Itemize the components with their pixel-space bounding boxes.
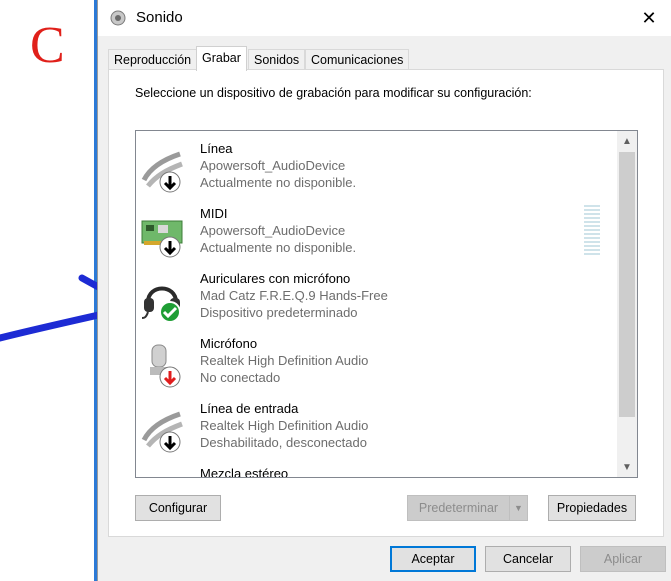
device-driver: Apowersoft_AudioDevice bbox=[200, 158, 346, 173]
scroll-down-icon[interactable]: ▼ bbox=[617, 457, 637, 477]
device-name: Mezcla estéreo bbox=[200, 466, 289, 478]
aceptar-button[interactable]: Aceptar bbox=[390, 546, 476, 572]
scrollbar-thumb[interactable] bbox=[619, 152, 635, 417]
device-name: MIDI bbox=[200, 206, 228, 221]
device-driver: Realtek High Definition Audio bbox=[200, 353, 369, 368]
device-driver: Mad Catz F.R.E.Q.9 Hands-Free bbox=[200, 288, 388, 303]
device-status: Actualmente no disponible. bbox=[200, 175, 357, 190]
configurar-button[interactable]: Configurar bbox=[135, 495, 221, 521]
input-level-meter bbox=[584, 205, 600, 257]
propiedades-button[interactable]: Propiedades bbox=[548, 495, 636, 521]
close-button[interactable]: ✕ bbox=[626, 0, 671, 36]
annotation-letter: C bbox=[30, 17, 65, 74]
scroll-up-icon[interactable]: ▲ bbox=[617, 131, 637, 151]
line-in-cable-icon bbox=[141, 151, 183, 193]
speaker-icon bbox=[110, 10, 126, 26]
window-title: Sonido bbox=[136, 9, 183, 26]
title-bar: Sonido ✕ bbox=[98, 0, 671, 36]
vertical-scrollbar[interactable]: ▲ ▼ bbox=[617, 131, 637, 477]
line-in-cable-icon bbox=[141, 411, 183, 453]
microphone-icon bbox=[150, 344, 181, 388]
instruction-text: Seleccione un dispositivo de grabación p… bbox=[135, 86, 532, 100]
recording-device-list[interactable]: Línea Apowersoft_AudioDevice Actualmente… bbox=[135, 130, 638, 478]
headset-icon bbox=[141, 286, 181, 323]
midi-card-icon bbox=[141, 220, 183, 258]
device-name: Auriculares con micrófono bbox=[200, 271, 351, 286]
device-driver: Apowersoft_AudioDevice bbox=[200, 223, 346, 238]
tab-reproduccion[interactable]: Reproducción bbox=[108, 49, 198, 70]
device-status: No conectado bbox=[200, 370, 281, 385]
list-item-microfono[interactable]: Micrófono Realtek High Definition Audio … bbox=[136, 331, 608, 396]
predeterminar-dropdown[interactable]: ▼ bbox=[509, 495, 528, 521]
tab-panel-grabar: Seleccione un dispositivo de grabación p… bbox=[108, 69, 664, 537]
tab-grabar[interactable]: Grabar bbox=[196, 46, 247, 71]
device-status: Dispositivo predeterminado bbox=[200, 305, 358, 320]
list-item-linea-de-entrada[interactable]: Línea de entrada Realtek High Definition… bbox=[136, 396, 608, 461]
close-icon: ✕ bbox=[641, 7, 657, 28]
tab-sonidos[interactable]: Sonidos bbox=[248, 49, 306, 70]
list-item-auriculares[interactable]: Auriculares con micrófono Mad Catz F.R.E… bbox=[136, 266, 608, 331]
sound-dialog: Sonido ✕ Reproducción Grabar Sonidos Com… bbox=[97, 0, 671, 581]
list-item-linea[interactable]: Línea Apowersoft_AudioDevice Actualmente… bbox=[136, 136, 608, 201]
cancelar-button[interactable]: Cancelar bbox=[485, 546, 571, 572]
tab-comunicaciones[interactable]: Comunicaciones bbox=[305, 49, 410, 70]
device-driver: Realtek High Definition Audio bbox=[200, 418, 369, 433]
device-name: Línea de entrada bbox=[200, 401, 299, 416]
device-status: Actualmente no disponible. bbox=[200, 240, 357, 255]
device-status: Deshabilitado, desconectado bbox=[200, 435, 367, 450]
list-item-midi[interactable]: MIDI Apowersoft_AudioDevice Actualmente … bbox=[136, 201, 608, 266]
aplicar-button[interactable]: Aplicar bbox=[580, 546, 666, 572]
device-name: Línea bbox=[200, 141, 233, 156]
list-item-mezcla-estereo[interactable]: Mezcla estéreo bbox=[136, 461, 608, 478]
predeterminar-button[interactable]: Predeterminar bbox=[407, 495, 510, 521]
chevron-down-icon: ▼ bbox=[514, 503, 523, 513]
device-name: Micrófono bbox=[200, 336, 258, 351]
